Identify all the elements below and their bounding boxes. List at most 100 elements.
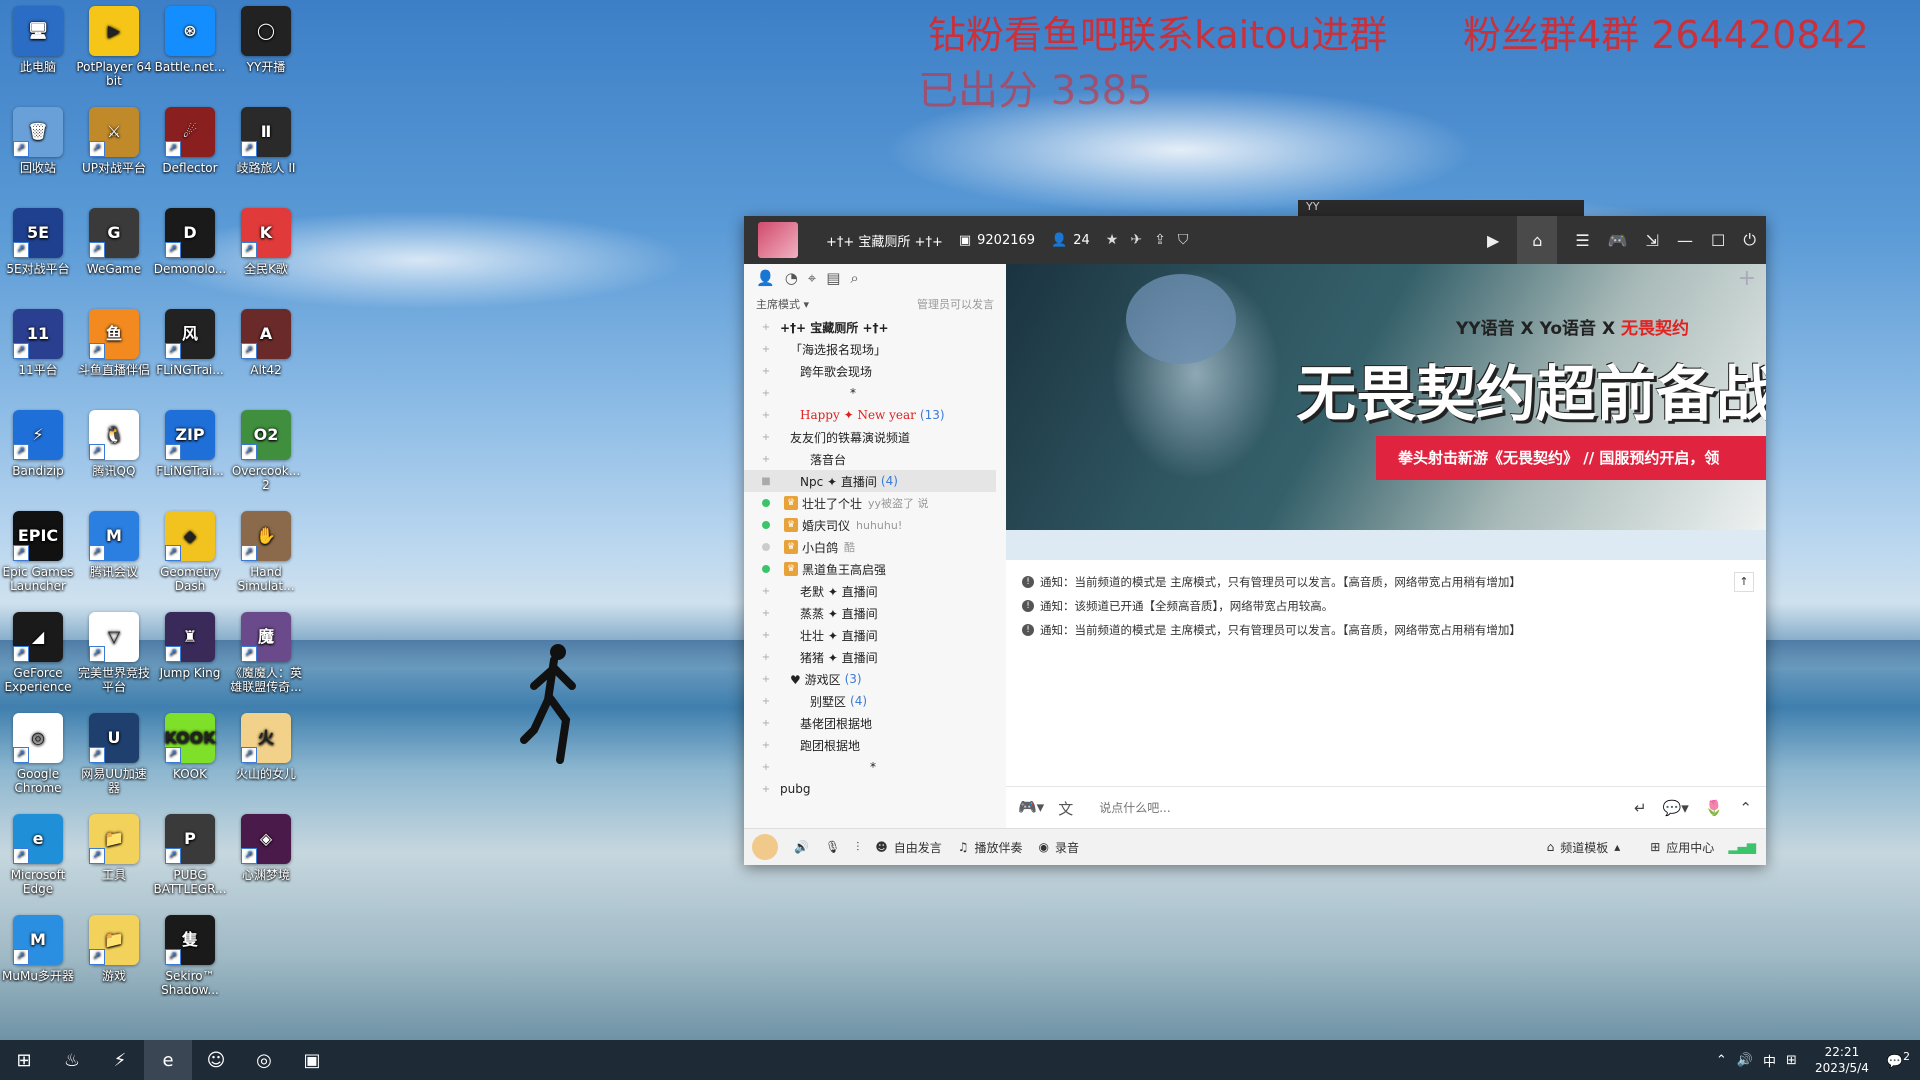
desktop-icon[interactable]: 🐧 ↗ 腾讯QQ xyxy=(76,410,152,478)
ime-indicator[interactable]: 中 xyxy=(1763,1051,1776,1070)
desktop-icon[interactable]: 📁 ↗ 工具 xyxy=(76,814,152,882)
desktop-icon[interactable]: 🖥 此电脑 xyxy=(0,6,76,74)
collapse-icon[interactable]: ⌃ xyxy=(1739,799,1752,817)
desktop-icon[interactable]: ⊛ Battle.net... xyxy=(152,6,228,74)
channel-item[interactable]: + * xyxy=(744,756,996,778)
desktop-icon[interactable]: D ↗ Demonolo... xyxy=(152,208,228,276)
channel-user[interactable]: ♛ 婚庆司仪 huhuhu! xyxy=(744,514,996,536)
send-icon[interactable]: ↵ xyxy=(1634,799,1647,817)
expand-icon[interactable]: + xyxy=(758,454,774,465)
channel-user[interactable]: ♛ 壮壮了个壮 yy被盗了 说 xyxy=(744,492,996,514)
desktop-icon[interactable]: KOOK ↗ KOOK xyxy=(152,713,228,781)
app-center-button[interactable]: ⊞ 应用中心 xyxy=(1650,839,1714,856)
flower-icon[interactable]: 🌷 xyxy=(1705,799,1724,817)
channel-item[interactable]: + * xyxy=(744,382,996,404)
note-icon[interactable]: ▤ xyxy=(826,269,840,287)
channel-item[interactable]: + 跑团根据地 xyxy=(744,734,996,756)
taskbar-yy-icon[interactable]: ☺ xyxy=(192,1040,240,1080)
expand-icon[interactable]: + xyxy=(758,674,774,685)
desktop-icon[interactable]: ⚡ ↗ Bandizip xyxy=(0,410,76,478)
channel-item[interactable]: + 老默 ✦ 直播间 xyxy=(744,580,996,602)
yy-titlebar[interactable]: +†+ 宝藏厕所 +†+ ▣ 9202169 👤 24 ★ ✈ ⇪ ⛉ ▶ ⌂ ☰ … xyxy=(744,216,1766,264)
desktop-icon[interactable]: O2 ↗ Overcook... 2 xyxy=(228,410,304,492)
desktop-icon[interactable]: ♜ ↗ Jump King xyxy=(152,612,228,680)
gamepad-icon[interactable]: 🎮 xyxy=(1608,231,1628,250)
expand-icon[interactable]: + xyxy=(758,762,774,773)
emoji-dropdown-icon[interactable]: 💬▾ xyxy=(1663,799,1689,817)
desktop-icon[interactable]: ▶ PotPlayer 64 bit xyxy=(76,6,152,88)
channel-item[interactable]: + 「海选报名现场」 xyxy=(744,338,996,360)
channel-item[interactable]: + 猪猪 ✦ 直播间 xyxy=(744,646,996,668)
free-speak-button[interactable]: ☻ 自由发言 xyxy=(875,839,942,856)
chat-input[interactable] xyxy=(1097,800,1602,816)
channel-user[interactable]: ♛ 小白鸽酷 xyxy=(744,536,996,558)
notification-icon[interactable]: 💬2 xyxy=(1887,1050,1910,1069)
expand-icon[interactable]: + xyxy=(758,740,774,751)
taskbar-edge-icon[interactable]: e xyxy=(144,1040,192,1080)
expand-icon[interactable]: + xyxy=(758,784,774,795)
taskbar-obs-icon[interactable]: ◎ xyxy=(240,1040,288,1080)
channel-item[interactable]: + 跨年歌会现场 xyxy=(744,360,996,382)
expand-icon[interactable]: + xyxy=(758,344,774,355)
channel-item[interactable]: + 基佬团根据地 xyxy=(744,712,996,734)
desktop-icon[interactable]: 隻 ↗ Sekiro™ Shadow... xyxy=(152,915,228,997)
expand-icon[interactable]: + xyxy=(758,718,774,729)
expand-icon[interactable]: + xyxy=(758,630,774,641)
expand-icon[interactable]: + xyxy=(758,388,774,399)
play-music-button[interactable]: ♫ 播放伴奏 xyxy=(958,839,1023,856)
desktop-icon[interactable]: ◎ ↗ Google Chrome xyxy=(0,713,76,795)
my-avatar[interactable] xyxy=(752,834,778,860)
desktop-icon[interactable]: M ↗ MuMu多开器 xyxy=(0,915,76,983)
expand-icon[interactable]: + xyxy=(758,366,774,377)
desktop-icon[interactable]: 11 ↗ 11平台 xyxy=(0,309,76,377)
taskbar-app-icon[interactable]: ▣ xyxy=(288,1040,336,1080)
expand-icon[interactable]: ■ xyxy=(758,476,774,487)
desktop-icon[interactable]: K ↗ 全民K歌 xyxy=(228,208,304,276)
video-icon[interactable]: ▶ xyxy=(1487,231,1499,250)
desktop-icon[interactable]: G ↗ WeGame xyxy=(76,208,152,276)
mic-icon[interactable]: 🎙 xyxy=(825,840,840,854)
expand-icon[interactable]: + xyxy=(758,322,774,333)
channel-item[interactable]: + +†+ 宝藏厕所 +†+ xyxy=(744,316,996,338)
add-icon[interactable]: + xyxy=(1738,266,1756,291)
desktop-icon[interactable]: 鱼 ↗ 斗鱼直播伴侣 xyxy=(76,309,152,377)
desktop-icon[interactable]: EPIC ↗ Epic Games Launcher xyxy=(0,511,76,593)
desktop-icon[interactable]: ◈ ↗ 心渊梦境 xyxy=(228,814,304,882)
expand-icon[interactable]: + xyxy=(758,586,774,597)
chat-icon[interactable]: ◔ xyxy=(785,269,798,287)
power-icon[interactable]: ⏻ xyxy=(1743,230,1756,250)
desktop-icon[interactable]: ▽ ↗ 完美世界竞技平台 xyxy=(76,612,152,694)
maximize-icon[interactable]: ☐ xyxy=(1711,231,1725,250)
desktop-icon[interactable]: U ↗ 网易UU加速器 xyxy=(76,713,152,795)
desktop-icon[interactable]: 魔 ↗ 《魔魔人：英雄联盟传奇... xyxy=(228,612,304,694)
expand-icon[interactable]: + xyxy=(758,410,774,421)
expand-icon[interactable]: + xyxy=(758,608,774,619)
desktop-icon[interactable]: P ↗ PUBG BATTLEGR... xyxy=(152,814,228,896)
speaker-icon[interactable]: 🔊 xyxy=(794,840,809,854)
desktop-icon[interactable]: ◆ ↗ Geometry Dash xyxy=(152,511,228,593)
expand-icon[interactable]: + xyxy=(758,652,774,663)
home-icon[interactable]: ⌂ xyxy=(1517,216,1558,264)
desktop-icon[interactable]: ⚔ ↗ UP对战平台 xyxy=(76,107,152,175)
location-icon[interactable]: ⌖ xyxy=(808,269,816,287)
channel-item[interactable]: + 蒸蒸 ✦ 直播间 xyxy=(744,602,996,624)
shield-icon[interactable]: ⛉ xyxy=(1178,232,1189,248)
scroll-top-button[interactable]: ↑ xyxy=(1734,572,1754,592)
keyboard-icon[interactable]: ⊞ xyxy=(1786,1053,1797,1068)
plane-icon[interactable]: ✈ xyxy=(1130,232,1142,248)
channel-user[interactable]: ♛ 黑道鱼王高启强 xyxy=(744,558,996,580)
search-icon[interactable]: ⌕ xyxy=(850,269,858,287)
desktop-icon[interactable]: A ↗ Alt42 xyxy=(228,309,304,377)
mixer-icon[interactable]: ⫶ xyxy=(856,840,859,855)
desktop-icon[interactable]: 火 ↗ 火山的女儿 xyxy=(228,713,304,781)
download-icon[interactable]: ⇲ xyxy=(1646,231,1659,250)
desktop-icon[interactable]: M ↗ 腾讯会议 xyxy=(76,511,152,579)
desktop-icon[interactable]: 🗑 ↗ 回收站 xyxy=(0,107,76,175)
translate-icon[interactable]: 文 xyxy=(1058,798,1073,819)
desktop-icon[interactable]: 5E ↗ 5E对战平台 xyxy=(0,208,76,276)
desktop-icon[interactable]: ◢ ↗ GeForce Experience xyxy=(0,612,76,694)
expand-icon[interactable]: + xyxy=(758,696,774,707)
channel-item[interactable]: + 别墅区 (4) xyxy=(744,690,996,712)
taskbar-steam-icon[interactable]: ♨ xyxy=(48,1040,96,1080)
channel-item[interactable]: ■ Npc ✦ 直播间 (4) xyxy=(744,470,996,492)
